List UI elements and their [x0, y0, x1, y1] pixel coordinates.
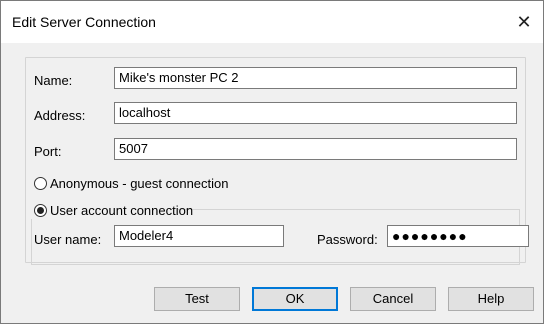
title-bar: Edit Server Connection ✕: [1, 1, 543, 43]
user-account-radio-label[interactable]: User account connection: [50, 203, 193, 218]
dialog-title: Edit Server Connection: [12, 14, 156, 30]
username-label: User name:: [34, 232, 102, 247]
edit-server-connection-dialog: Edit Server Connection ✕ Name: Mike's mo…: [0, 0, 544, 324]
username-field[interactable]: Modeler4: [114, 225, 284, 247]
user-account-group-header: User account connection: [31, 201, 193, 219]
address-label: Address:: [34, 108, 86, 123]
anonymous-radio-label[interactable]: Anonymous - guest connection: [50, 176, 229, 191]
anonymous-radio[interactable]: [34, 177, 47, 190]
close-icon[interactable]: ✕: [511, 9, 537, 35]
port-label: Port:: [34, 144, 62, 159]
radio-selected-dot: [37, 207, 44, 214]
password-field[interactable]: ●●●●●●●●: [387, 225, 529, 247]
user-account-radio[interactable]: [34, 204, 47, 217]
ok-button[interactable]: OK: [252, 287, 338, 311]
name-field[interactable]: Mike's monster PC 2: [114, 67, 517, 89]
name-label: Name:: [34, 73, 73, 88]
cancel-button[interactable]: Cancel: [350, 287, 436, 311]
port-field[interactable]: 5007: [114, 138, 517, 160]
test-button[interactable]: Test: [154, 287, 240, 311]
password-label: Password:: [317, 232, 378, 247]
address-field[interactable]: localhost: [114, 102, 517, 124]
help-button[interactable]: Help: [448, 287, 534, 311]
